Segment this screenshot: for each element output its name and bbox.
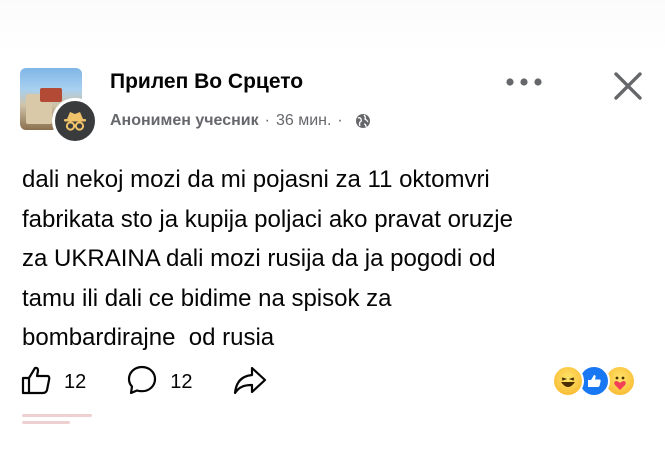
author-name[interactable]: Анонимен учесник	[110, 112, 259, 130]
post-timestamp[interactable]: 36 мин.	[276, 112, 331, 130]
like-button[interactable]: 12	[20, 364, 86, 401]
comment-icon	[126, 364, 158, 401]
meta-separator-2: ·	[337, 112, 343, 129]
globe-icon	[355, 113, 371, 129]
comment-count: 12	[170, 370, 193, 393]
group-name[interactable]: Прилеп Во Срцето	[110, 70, 303, 94]
more-dots-icon	[506, 78, 542, 86]
anonymous-member-icon	[52, 98, 98, 144]
share-button[interactable]	[233, 364, 267, 401]
comment-button[interactable]: 12	[126, 364, 193, 401]
post-actions: 12 12	[20, 362, 267, 402]
watermark	[22, 412, 102, 433]
meta-separator: ·	[264, 112, 270, 129]
share-icon	[233, 364, 267, 401]
more-options-button[interactable]	[498, 68, 550, 96]
close-button[interactable]	[606, 64, 650, 108]
post-body-text: dali nekoj mozi da mi pojasni za 11 okto…	[22, 166, 513, 351]
thumbs-up-icon	[20, 364, 52, 401]
facebook-post: Прилеп Во Срцето Анонимен учесник · 36 м…	[0, 0, 665, 464]
avatar-roof	[40, 88, 62, 102]
haha-icon	[552, 365, 584, 397]
like-count: 12	[64, 370, 87, 393]
post-meta: Анонимен учесник · 36 мин. ·	[110, 112, 371, 130]
reaction-summary[interactable]	[552, 365, 636, 397]
close-icon	[614, 72, 642, 100]
